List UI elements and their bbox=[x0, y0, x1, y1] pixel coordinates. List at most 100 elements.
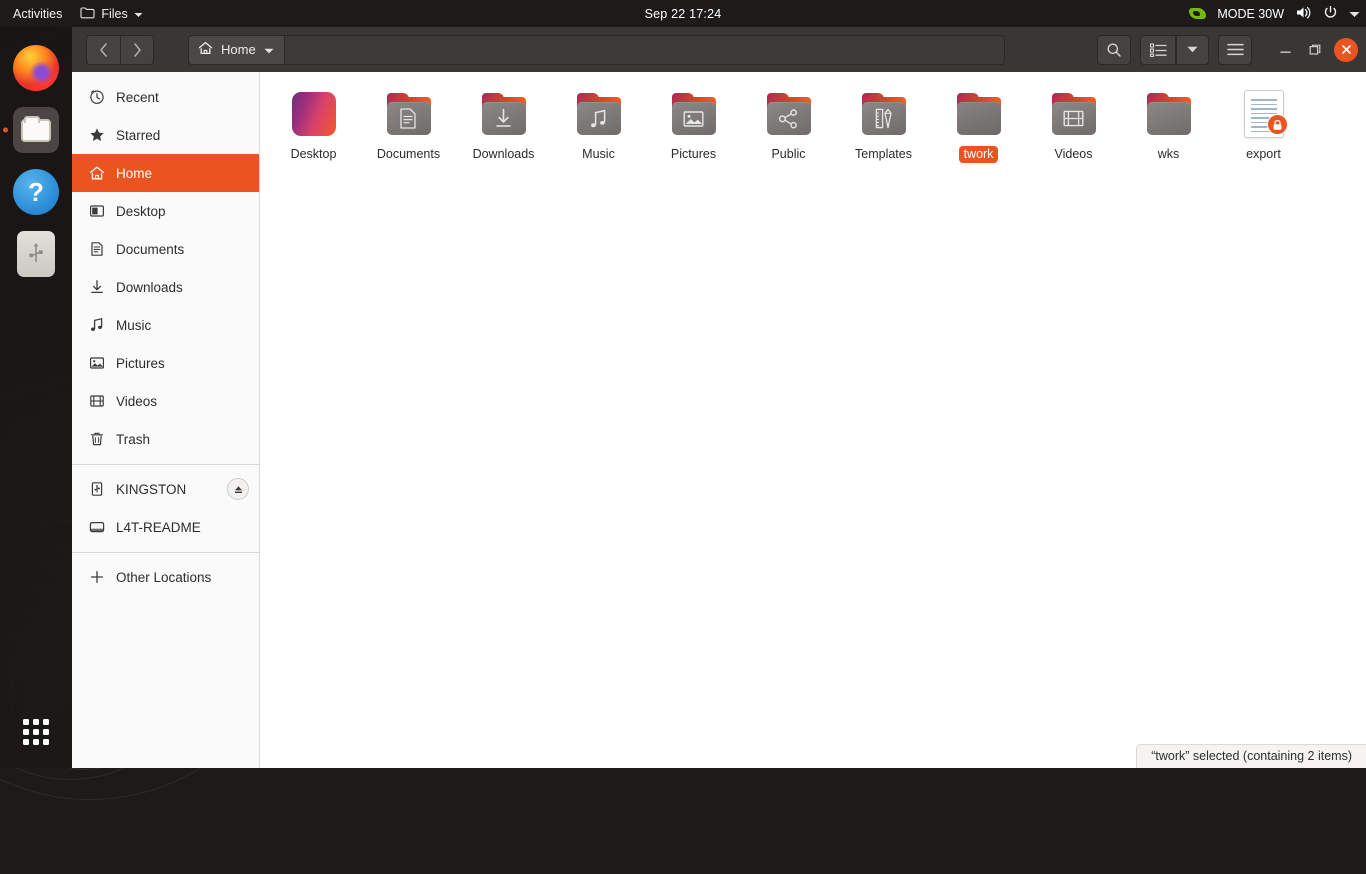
header-bar: Home bbox=[72, 27, 1366, 72]
sidebar-item-label: Home bbox=[116, 166, 249, 181]
folder-icon bbox=[481, 93, 527, 135]
sidebar-item-downloads[interactable]: Downloads bbox=[72, 268, 259, 306]
dock-item-files[interactable] bbox=[0, 99, 72, 161]
sidebar-item-trash[interactable]: Trash bbox=[72, 420, 259, 458]
close-button[interactable] bbox=[1334, 38, 1358, 62]
sidebar-item-other-locations[interactable]: Other Locations bbox=[72, 558, 259, 596]
search-button[interactable] bbox=[1097, 35, 1131, 65]
disk-icon bbox=[88, 519, 105, 536]
dock-item-firefox[interactable] bbox=[0, 37, 72, 99]
folder-icon bbox=[956, 93, 1002, 135]
item-thumbnail bbox=[478, 88, 530, 140]
ubuntu-dock: ? bbox=[0, 27, 72, 768]
folder-icon bbox=[386, 93, 432, 135]
sidebar-item-home[interactable]: Home bbox=[72, 154, 259, 192]
files-icon bbox=[13, 107, 59, 153]
dock-item-usb-drive[interactable] bbox=[0, 223, 72, 285]
app-menu-label: Files bbox=[101, 7, 127, 21]
file-label: Documents bbox=[372, 146, 445, 163]
download-icon bbox=[88, 279, 105, 296]
file-item[interactable]: Public bbox=[741, 82, 836, 171]
item-thumbnail bbox=[1238, 88, 1290, 140]
file-item[interactable]: export bbox=[1216, 82, 1311, 171]
file-view[interactable]: Desktop bbox=[260, 72, 1366, 768]
chevron-right-icon bbox=[133, 43, 142, 57]
item-thumbnail bbox=[1143, 88, 1195, 140]
sidebar-item-label: Pictures bbox=[116, 356, 249, 371]
sidebar-item-kingston[interactable]: KINGSTON bbox=[72, 470, 259, 508]
file-item[interactable]: Downloads bbox=[456, 82, 551, 171]
film-icon bbox=[88, 393, 105, 410]
sidebar-item-documents[interactable]: Documents bbox=[72, 230, 259, 268]
sidebar-item-music[interactable]: Music bbox=[72, 306, 259, 344]
maximize-button[interactable] bbox=[1300, 35, 1330, 65]
item-thumbnail bbox=[573, 88, 625, 140]
sidebar-item-label: Trash bbox=[116, 432, 249, 447]
sidebar-item-desktop[interactable]: Desktop bbox=[72, 192, 259, 230]
chevron-down-icon bbox=[134, 7, 143, 21]
file-label: Downloads bbox=[468, 146, 540, 163]
activities-button[interactable]: Activities bbox=[4, 0, 71, 27]
system-status-area[interactable]: MODE 30W bbox=[1189, 0, 1360, 27]
folder-icon bbox=[861, 93, 907, 135]
header-bar-actions bbox=[1097, 35, 1358, 65]
back-button[interactable] bbox=[86, 35, 120, 65]
view-options-button[interactable] bbox=[1176, 35, 1209, 65]
files-window: Home bbox=[72, 27, 1366, 768]
path-bar-empty-area[interactable] bbox=[285, 35, 1005, 65]
gnome-top-bar: Activities Files Sep 22 17:24 MODE 30W bbox=[0, 0, 1366, 27]
places-sidebar: Recent Starred Home bbox=[72, 72, 260, 768]
show-applications-button[interactable] bbox=[0, 704, 72, 760]
main-menu-button[interactable] bbox=[1218, 35, 1252, 65]
navigation-buttons bbox=[86, 35, 154, 65]
folder-icon bbox=[671, 93, 717, 135]
home-icon bbox=[88, 165, 105, 182]
minimize-button[interactable] bbox=[1270, 35, 1300, 65]
trash-icon bbox=[88, 431, 105, 448]
item-thumbnail bbox=[763, 88, 815, 140]
document-icon bbox=[88, 241, 105, 258]
download-emblem bbox=[494, 108, 513, 129]
file-item[interactable]: Documents bbox=[361, 82, 456, 171]
sidebar-separator bbox=[72, 464, 259, 465]
folder-icon bbox=[80, 6, 95, 22]
file-item[interactable]: wks bbox=[1121, 82, 1216, 171]
sidebar-item-label: Other Locations bbox=[116, 570, 249, 585]
eject-button[interactable] bbox=[227, 478, 249, 500]
forward-button[interactable] bbox=[120, 35, 154, 65]
grid-icon bbox=[23, 719, 49, 745]
usb-drive-icon bbox=[17, 231, 55, 277]
sidebar-item-label: Documents bbox=[116, 242, 249, 257]
sidebar-item-label: Videos bbox=[116, 394, 249, 409]
file-item[interactable]: Desktop bbox=[266, 82, 361, 171]
close-icon bbox=[1341, 44, 1352, 55]
wallpaper-thumbnail-icon bbox=[292, 92, 336, 136]
file-item[interactable]: Music bbox=[551, 82, 646, 171]
breadcrumb-home-button[interactable]: Home bbox=[188, 35, 285, 65]
usb-icon bbox=[88, 481, 105, 498]
file-label: wks bbox=[1153, 146, 1185, 163]
volume-icon bbox=[1295, 5, 1312, 23]
sidebar-item-pictures[interactable]: Pictures bbox=[72, 344, 259, 382]
clock[interactable]: Sep 22 17:24 bbox=[0, 7, 1366, 21]
sidebar-item-l4t-readme[interactable]: L4T-README bbox=[72, 508, 259, 546]
app-menu-button[interactable]: Files bbox=[71, 0, 151, 27]
sidebar-item-starred[interactable]: Starred bbox=[72, 116, 259, 154]
desktop-icon bbox=[88, 203, 105, 220]
sidebar-item-videos[interactable]: Videos bbox=[72, 382, 259, 420]
file-item[interactable]: Templates bbox=[836, 82, 931, 171]
dock-item-help[interactable]: ? bbox=[0, 161, 72, 223]
image-icon bbox=[88, 355, 105, 372]
sidebar-item-label: L4T-README bbox=[116, 520, 249, 535]
list-view-icon bbox=[1150, 43, 1167, 57]
sidebar-item-label: Downloads bbox=[116, 280, 249, 295]
file-item[interactable]: Videos bbox=[1026, 82, 1121, 171]
file-item[interactable]: Pictures bbox=[646, 82, 741, 171]
list-view-button[interactable] bbox=[1140, 35, 1176, 65]
file-item-selected[interactable]: twork bbox=[931, 82, 1026, 171]
sidebar-item-label: Desktop bbox=[116, 204, 249, 219]
file-label: Pictures bbox=[666, 146, 721, 163]
sidebar-item-recent[interactable]: Recent bbox=[72, 78, 259, 116]
power-icon bbox=[1323, 5, 1338, 23]
chevron-down-icon[interactable] bbox=[264, 42, 274, 57]
